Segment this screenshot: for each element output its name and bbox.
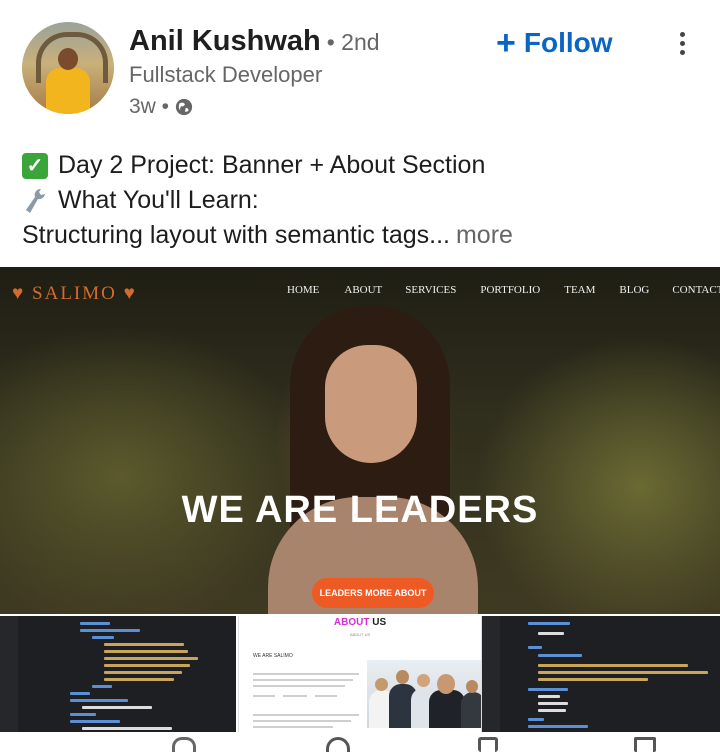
nav-contact: CONTACT xyxy=(672,284,720,296)
author-name[interactable]: Anil Kushwah xyxy=(129,25,321,58)
site-nav: HOME ABOUT SERVICES PORTFOLIO TEAM BLOG … xyxy=(287,284,720,296)
nav-services: SERVICES xyxy=(405,284,457,296)
post-text-line-2: What You'll Learn: xyxy=(22,183,513,218)
check-mark-icon: ✓ xyxy=(22,152,48,179)
site-logo-text: SALIMO xyxy=(32,283,117,304)
thumbnail-code-left[interactable] xyxy=(0,616,236,732)
avatar-person-head xyxy=(58,48,78,70)
heart-icon: ♥ xyxy=(12,283,33,304)
hero-title: WE ARE LEADERS xyxy=(181,489,539,531)
about-heading: WE ARE SALIMO xyxy=(253,653,293,659)
hero-model-face xyxy=(325,345,417,463)
post-action-bar xyxy=(0,734,720,752)
more-vertical-icon[interactable] xyxy=(674,32,690,62)
nav-about: ABOUT xyxy=(344,284,383,296)
thumbnail-code-right[interactable] xyxy=(482,616,720,732)
code-gutter xyxy=(0,616,18,732)
globe-icon xyxy=(175,98,193,116)
follow-label: Follow xyxy=(523,27,613,58)
code-gutter xyxy=(482,616,500,732)
plus-icon: + xyxy=(496,24,516,62)
see-more-link[interactable]: more xyxy=(456,218,513,253)
hero-cta-button: LEADERS MORE ABOUT xyxy=(312,578,434,608)
about-title: ABOUT US xyxy=(239,617,481,628)
avatar-person-body xyxy=(46,68,90,114)
nav-blog: BLOG xyxy=(619,284,650,296)
heart-icon: ♥ xyxy=(116,283,137,304)
about-title-accent: ABOUT xyxy=(333,617,370,628)
post-text-line-1: ✓ Day 2 Project: Banner + About Section xyxy=(22,148,513,183)
post-text-subtitle: What You'll Learn: xyxy=(58,186,259,214)
post-text-body: Structuring layout with semantic tags... xyxy=(22,221,450,249)
connection-degree: • 2nd xyxy=(326,29,380,55)
author-headline: Fullstack Developer xyxy=(129,62,323,87)
nav-home: HOME xyxy=(287,284,320,296)
author-avatar[interactable] xyxy=(22,22,114,114)
wrench-icon xyxy=(26,188,45,213)
follow-button[interactable]: + Follow xyxy=(496,24,613,62)
author-name-row: Anil Kushwah • 2nd xyxy=(129,25,380,58)
post-text: ✓ Day 2 Project: Banner + About Section … xyxy=(22,148,513,253)
team-photo xyxy=(367,660,481,728)
site-logo: ♥ SALIMO ♥ xyxy=(12,283,137,305)
about-subtitle: ABOUT US xyxy=(349,632,371,637)
post-meta: 3w • xyxy=(129,95,193,119)
post-text-title: Day 2 Project: Banner + About Section xyxy=(58,151,486,179)
nav-team: TEAM xyxy=(564,284,596,296)
post-time: 3w • xyxy=(129,95,170,118)
post-banner-image[interactable]: ♥ SALIMO ♥ HOME ABOUT SERVICES PORTFOLIO… xyxy=(0,267,720,614)
about-title-rest: US xyxy=(372,617,387,628)
nav-portfolio: PORTFOLIO xyxy=(480,284,541,296)
thumbnail-about-page[interactable]: ABOUT US ABOUT US WE ARE SALIMO xyxy=(238,616,482,732)
post-text-line-3: Structuring layout with semantic tags...… xyxy=(22,218,513,253)
